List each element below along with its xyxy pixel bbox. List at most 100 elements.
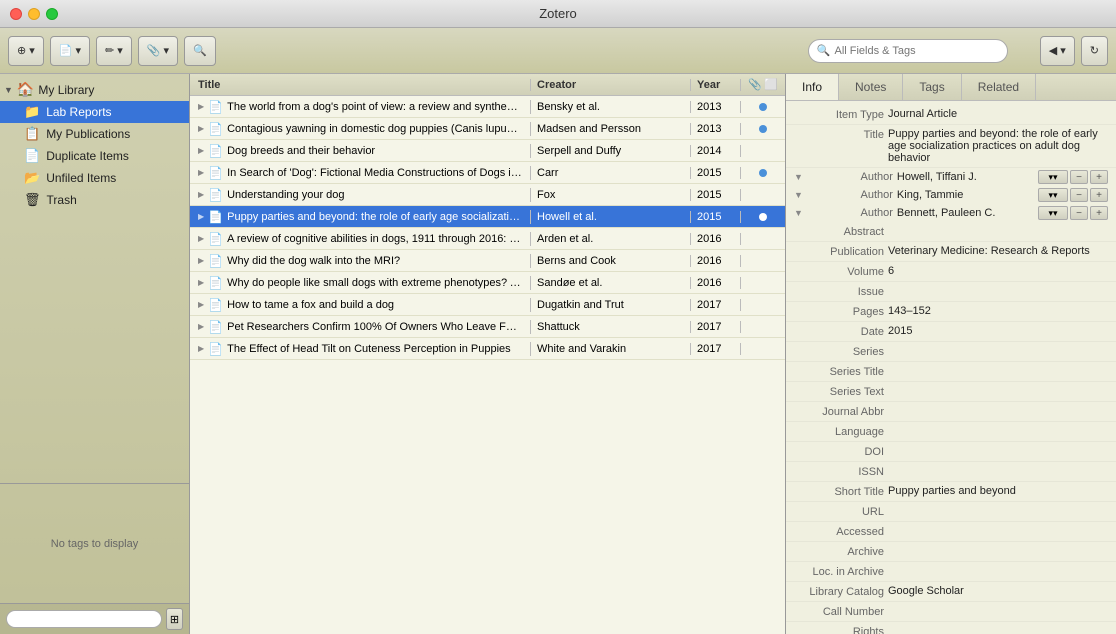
navigate-back-button[interactable]: ◀ ▾ [1040, 36, 1075, 66]
search-input[interactable] [834, 45, 974, 57]
table-row[interactable]: ▶ 📄 The Effect of Head Tilt on Cuteness … [190, 338, 785, 360]
row-year: 2017 [691, 343, 741, 355]
sidebar-item-trash[interactable]: 🗑 Trash [0, 189, 189, 211]
detail-label: Series Title [794, 365, 884, 378]
table-row[interactable]: ▶ 📄 Puppy parties and beyond: the role o… [190, 206, 785, 228]
author-remove-btn[interactable]: − [1070, 170, 1088, 184]
maximize-button[interactable] [46, 8, 58, 20]
detail-label: Library Catalog [794, 585, 884, 598]
app-title: Zotero [539, 6, 577, 21]
sidebar-item-my-publications[interactable]: 📋 My Publications [0, 123, 189, 145]
row-icons [741, 191, 785, 199]
table-row[interactable]: ▶ 📄 The world from a dog's point of view… [190, 96, 785, 118]
table-row[interactable]: ▶ 📄 How to tame a fox and build a dog Du… [190, 294, 785, 316]
row-title: Pet Researchers Confirm 100% Of Owners W… [227, 321, 522, 333]
attach-button[interactable]: 📎 ▾ [138, 36, 178, 66]
table-row[interactable]: ▶ 📄 Dog breeds and their behavior Serpel… [190, 140, 785, 162]
row-creator: Arden et al. [531, 233, 691, 245]
col-header-title[interactable]: Title [190, 79, 531, 91]
row-creator: Bensky et al. [531, 101, 691, 113]
add-link-button[interactable]: ✏ ▾ [96, 36, 132, 66]
detail-title-value[interactable]: Puppy parties and beyond: the role of ea… [888, 128, 1108, 164]
detail-tabs: Info Notes Tags Related [786, 74, 1116, 101]
detail-value[interactable]: 2015 [888, 325, 1108, 337]
library-icon: 🏠 [17, 81, 34, 98]
tab-info[interactable]: Info [786, 74, 839, 100]
detail-value[interactable]: Veterinary Medicine: Research & Reports [888, 245, 1108, 257]
row-icons [741, 147, 785, 155]
detail-row: Language [786, 422, 1116, 442]
sidebar-item-lab-reports[interactable]: 📁 Lab Reports [0, 101, 189, 123]
col-header-year[interactable]: Year [691, 79, 741, 91]
row-creator: Serpell and Duffy [531, 145, 691, 157]
row-expand-icon: ▶ [198, 168, 204, 177]
sidebar-label-trash: Trash [47, 193, 77, 207]
minimize-button[interactable] [28, 8, 40, 20]
search-box[interactable]: 🔍 [808, 39, 1008, 63]
tag-options-button[interactable]: ⊞ [166, 608, 183, 630]
doc-icon: 📄 [208, 320, 223, 334]
author-triangle-icon: ▼ [794, 172, 803, 182]
author-triangle-icon: ▼ [794, 208, 803, 218]
detail-value[interactable]: 6 [888, 265, 1108, 277]
row-expand-icon: ▶ [198, 344, 204, 353]
detail-value[interactable]: Google Scholar [888, 585, 1108, 597]
table-row[interactable]: ▶ 📄 Understanding your dog Fox 2015 [190, 184, 785, 206]
list-header: Title Creator Year 📎 ⬜ [190, 74, 785, 96]
table-row[interactable]: ▶ 📄 Why did the dog walk into the MRI? B… [190, 250, 785, 272]
col-header-creator[interactable]: Creator [531, 79, 691, 91]
table-row[interactable]: ▶ 📄 In Search of 'Dog': Fictional Media … [190, 162, 785, 184]
author-remove-btn[interactable]: − [1070, 188, 1088, 202]
detail-row: Issue [786, 282, 1116, 302]
author-add-btn[interactable]: + [1090, 188, 1108, 202]
detail-value[interactable]: 143–152 [888, 305, 1108, 317]
row-year: 2017 [691, 321, 741, 333]
tab-tags[interactable]: Tags [903, 74, 961, 100]
unfiled-icon: 📂 [24, 170, 40, 186]
author-field-btn[interactable]: ▾▾ [1038, 206, 1068, 220]
author-remove-btn[interactable]: − [1070, 206, 1088, 220]
sidebar-item-duplicate-items[interactable]: 📄 Duplicate Items [0, 145, 189, 167]
table-row[interactable]: ▶ 📄 Contagious yawning in domestic dog p… [190, 118, 785, 140]
table-row[interactable]: ▶ 📄 Why do people like small dogs with e… [190, 272, 785, 294]
detail-label: Item Type [794, 108, 884, 121]
read-placeholder [759, 257, 767, 265]
detail-value[interactable]: Journal Article [888, 108, 1108, 120]
doc-icon: 📄 [208, 342, 223, 356]
row-icons [741, 213, 785, 221]
tab-related[interactable]: Related [962, 74, 1036, 100]
detail-label: Pages [794, 305, 884, 318]
new-item-button[interactable]: ⊕ ▾ [8, 36, 44, 66]
author-field-btn[interactable]: ▾▾ [1038, 188, 1068, 202]
sync-button[interactable]: ↻ [1081, 36, 1108, 66]
row-title: The world from a dog's point of view: a … [227, 101, 522, 113]
sidebar-item-unfiled-items[interactable]: 📂 Unfiled Items [0, 167, 189, 189]
row-year: 2016 [691, 255, 741, 267]
plus-icon: ⊕ [17, 44, 26, 57]
author-add-btn[interactable]: + [1090, 170, 1108, 184]
row-icons [741, 235, 785, 243]
row-creator: White and Varakin [531, 343, 691, 355]
detail-value[interactable]: Puppy parties and beyond [888, 485, 1108, 497]
table-row[interactable]: ▶ 📄 Pet Researchers Confirm 100% Of Owne… [190, 316, 785, 338]
tag-search-input[interactable] [6, 610, 162, 628]
add-files-button[interactable]: 📄 ▾ [50, 36, 90, 66]
tab-notes[interactable]: Notes [839, 74, 903, 100]
doc-icon: 📄 [208, 122, 223, 136]
search-icon-small: 🔍 [817, 44, 831, 57]
close-button[interactable] [10, 8, 22, 20]
sidebar-item-my-library[interactable]: ▼ 🏠 My Library [0, 78, 189, 101]
author-field-btn[interactable]: ▾▾ [1038, 170, 1068, 184]
table-row[interactable]: ▶ 📄 A review of cognitive abilities in d… [190, 228, 785, 250]
file-icon: 📄 [59, 44, 73, 57]
detail-row: DOI [786, 442, 1116, 462]
locate-button[interactable]: 🔍 [184, 36, 216, 66]
detail-body: Item Type Journal Article Title Puppy pa… [786, 101, 1116, 634]
detail-row: Publication Veterinary Medicine: Researc… [786, 242, 1116, 262]
new-item-arrow: ▾ [29, 44, 35, 57]
row-icons [741, 301, 785, 309]
author-add-btn[interactable]: + [1090, 206, 1108, 220]
detail-label: URL [794, 505, 884, 518]
detail-row: Pages 143–152 [786, 302, 1116, 322]
detail-label: Archive [794, 545, 884, 558]
